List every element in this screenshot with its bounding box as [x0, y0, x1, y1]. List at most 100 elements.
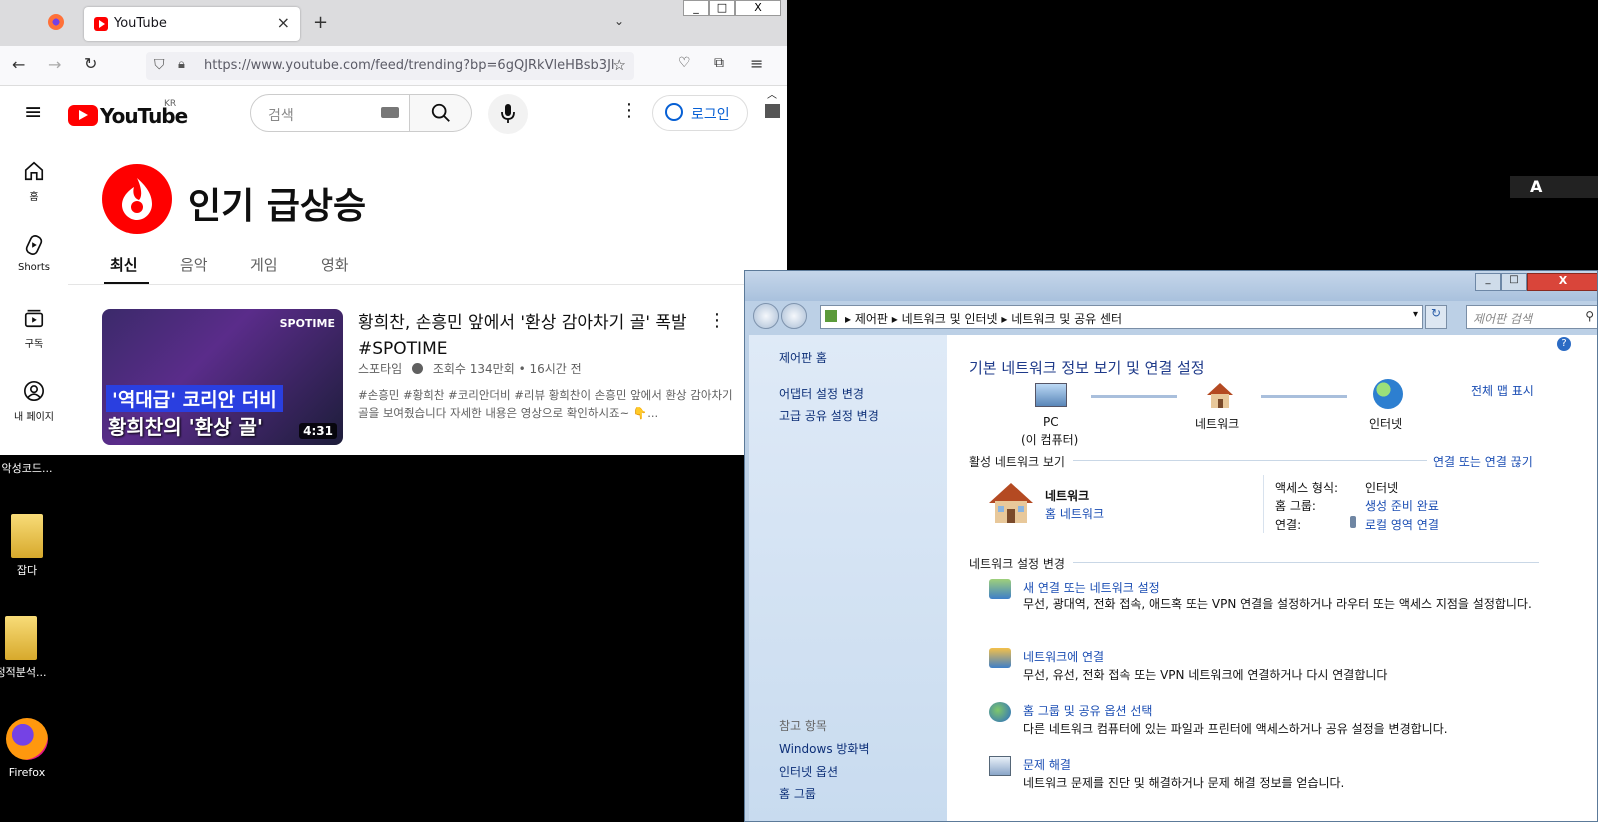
breadcrumb-item[interactable]: 네트워크 및 인터넷: [902, 312, 998, 326]
thumbnail-brand: SPOTIME: [279, 317, 335, 330]
video-duration: 4:31: [299, 423, 337, 439]
maximize-button[interactable]: □: [1501, 273, 1527, 291]
search-input[interactable]: 검색: [250, 94, 410, 132]
more-options-icon[interactable]: ⋮: [620, 100, 638, 121]
troubleshoot-link[interactable]: 문제 해결: [1023, 756, 1071, 773]
map-pc-sublabel: (이 컴퓨터): [1021, 433, 1079, 447]
section-divider: [1073, 460, 1427, 461]
voice-search-button[interactable]: [488, 94, 528, 134]
new-tab-button[interactable]: +: [313, 12, 328, 33]
firefox-view-icon[interactable]: [48, 14, 64, 30]
homegroup-value-link[interactable]: 생성 준비 완료: [1365, 497, 1439, 514]
sidebar-item-home[interactable]: 홈: [0, 160, 68, 203]
advanced-sharing-link[interactable]: 고급 공유 설정 변경: [779, 407, 879, 424]
task-description: 네트워크 문제를 진단 및 해결하거나 문제 해결 정보를 얻습니다.: [1023, 776, 1345, 790]
close-tab-icon[interactable]: ×: [277, 13, 290, 32]
tab-bar: YouTube × + ⌄ _ □ X: [0, 0, 787, 46]
video-menu-icon[interactable]: ⋮: [708, 310, 726, 331]
desktop-icon-label: 잡다: [16, 564, 38, 577]
page-title: 인기 급상승: [188, 186, 367, 227]
help-icon[interactable]: ?: [1557, 337, 1571, 351]
sidebar-item-my-page[interactable]: 내 페이지: [0, 380, 68, 423]
thumbnail-caption: 황희찬의 '환상 골': [108, 415, 263, 439]
network-house-icon: [987, 481, 1035, 525]
minimize-button[interactable]: _: [1475, 273, 1501, 291]
video-title[interactable]: 황희찬, 손흥민 앞에서 '환상 감아차기 골' 폭발 #SPOTIME: [358, 310, 688, 362]
home-network-link[interactable]: 홈 네트워크: [1045, 505, 1104, 522]
sidebar-item-subscriptions[interactable]: 구독: [0, 307, 68, 350]
forward-button[interactable]: [781, 303, 807, 329]
internet-options-link[interactable]: 인터넷 옵션: [779, 763, 838, 780]
desktop-icon-firefox[interactable]: Firefox: [0, 718, 58, 779]
thumbnail-caption: '역대급' 코리안 더비: [106, 385, 283, 412]
shield-icon[interactable]: ⛉: [154, 57, 165, 73]
connect-network-link[interactable]: 네트워크에 연결: [1023, 648, 1104, 665]
homegroup-link[interactable]: 홈 그룹: [779, 785, 816, 802]
maximize-button[interactable]: □: [709, 0, 735, 16]
url-bar[interactable]: ⛉ 🔒︎ https://www.youtube.com/feed/trendi…: [146, 52, 634, 80]
desktop-icon-misc-folder[interactable]: 잡다: [0, 514, 58, 578]
tab-latest[interactable]: 최신: [110, 254, 138, 275]
guide-menu-icon[interactable]: ≡: [24, 100, 42, 125]
tab-youtube[interactable]: YouTube ×: [84, 7, 300, 41]
connection-line: [1091, 395, 1177, 398]
desktop-icon-static-analysis-folder[interactable]: 정적분석...: [0, 616, 52, 680]
tab-music[interactable]: 음악: [180, 254, 208, 275]
menu-icon[interactable]: ≡: [750, 54, 763, 73]
desktop-icon-label: Firefox: [8, 766, 46, 779]
desktop-icon-label: 정적분석...: [0, 666, 47, 679]
refresh-button[interactable]: ↻: [1425, 305, 1447, 329]
back-icon[interactable]: ←: [12, 55, 25, 74]
reload-icon[interactable]: ↻: [84, 54, 97, 73]
firefox-window: YouTube × + ⌄ _ □ X ← → ↻ ⛉ 🔒︎ https://w…: [0, 0, 787, 455]
close-button[interactable]: X: [735, 0, 781, 16]
new-connection-link[interactable]: 새 연결 또는 네트워크 설정: [1023, 579, 1160, 596]
list-tabs-icon[interactable]: ⌄: [614, 14, 624, 28]
pc-icon: [1035, 383, 1067, 407]
breadcrumb-item[interactable]: 네트워크 및 공유 센터: [1011, 312, 1122, 326]
keyboard-icon[interactable]: [381, 107, 399, 118]
channel-name[interactable]: 스포타임: [358, 362, 402, 376]
search-input[interactable]: 제어판 검색 ⚲: [1466, 305, 1597, 329]
search-button[interactable]: [410, 94, 472, 132]
tab-movies[interactable]: 영화: [321, 254, 349, 275]
close-button[interactable]: X: [1527, 273, 1597, 291]
verified-icon: [412, 363, 423, 374]
minimize-button[interactable]: _: [683, 0, 709, 16]
homegroup-label: 홈 그룹:: [1275, 499, 1316, 513]
homegroup-sharing-link[interactable]: 홈 그룹 및 공유 옵션 선택: [1023, 702, 1152, 719]
lock-icon[interactable]: 🔒︎: [178, 57, 185, 72]
firewall-link[interactable]: Windows 방화벽: [779, 740, 870, 757]
connect-disconnect-link[interactable]: 연결 또는 연결 끊기: [1433, 453, 1533, 470]
bookmark-star-icon[interactable]: ☆: [613, 56, 626, 74]
dropdown-arrow-icon[interactable]: ▾: [1413, 309, 1418, 320]
control-panel-home-link[interactable]: 제어판 홈: [779, 349, 827, 366]
login-button[interactable]: 로그인: [652, 95, 748, 131]
breadcrumb-item[interactable]: 제어판: [855, 312, 888, 326]
full-map-link[interactable]: 전체 맵 표시: [1471, 382, 1534, 399]
adapter-settings-link[interactable]: 어댑터 설정 변경: [779, 385, 864, 402]
ethernet-icon: [1350, 516, 1356, 528]
video-metadata: 스포타임 조회수 134만회 • 16시간 전: [358, 360, 582, 377]
trending-icon: [102, 164, 172, 234]
extensions-icon[interactable]: ⧉: [714, 55, 724, 71]
sidebar-item-shorts[interactable]: Shorts: [0, 234, 68, 273]
forward-icon[interactable]: →: [48, 55, 61, 74]
pocket-icon[interactable]: ♡: [678, 55, 691, 71]
scroll-up-icon[interactable]: ︿: [767, 86, 777, 101]
video-thumbnail[interactable]: SPOTIME '역대급' 코리안 더비 황희찬의 '환상 골' 4:31: [102, 309, 343, 445]
task-description: 무선, 유선, 전화 접속 또는 VPN 네트워크에 연결하거나 다시 연결합니…: [1023, 668, 1388, 682]
network-sharing-center-window: _ □ X ▸ 제어판 ▸ 네트워크 및 인터넷 ▸ 네트워크 및 공유 센터 …: [744, 270, 1598, 822]
left-pane: 제어판 홈 어댑터 설정 변경 고급 공유 설정 변경 참고 항목 Window…: [749, 335, 947, 821]
address-bar[interactable]: ▸ 제어판 ▸ 네트워크 및 인터넷 ▸ 네트워크 및 공유 센터 ▾: [820, 305, 1423, 329]
tray-widget[interactable]: A: [1510, 176, 1598, 198]
back-button[interactable]: [753, 303, 779, 329]
folder-icon: [11, 514, 43, 558]
map-internet-label: 인터넷: [1369, 417, 1403, 431]
search-icon: ⚲: [1585, 309, 1594, 323]
home-icon: [24, 161, 44, 181]
local-area-connection-link[interactable]: 로컬 영역 연결: [1365, 516, 1439, 533]
tab-gaming[interactable]: 게임: [250, 254, 278, 275]
globe-icon: [1373, 379, 1403, 409]
scrollbar-thumb[interactable]: [765, 104, 780, 118]
